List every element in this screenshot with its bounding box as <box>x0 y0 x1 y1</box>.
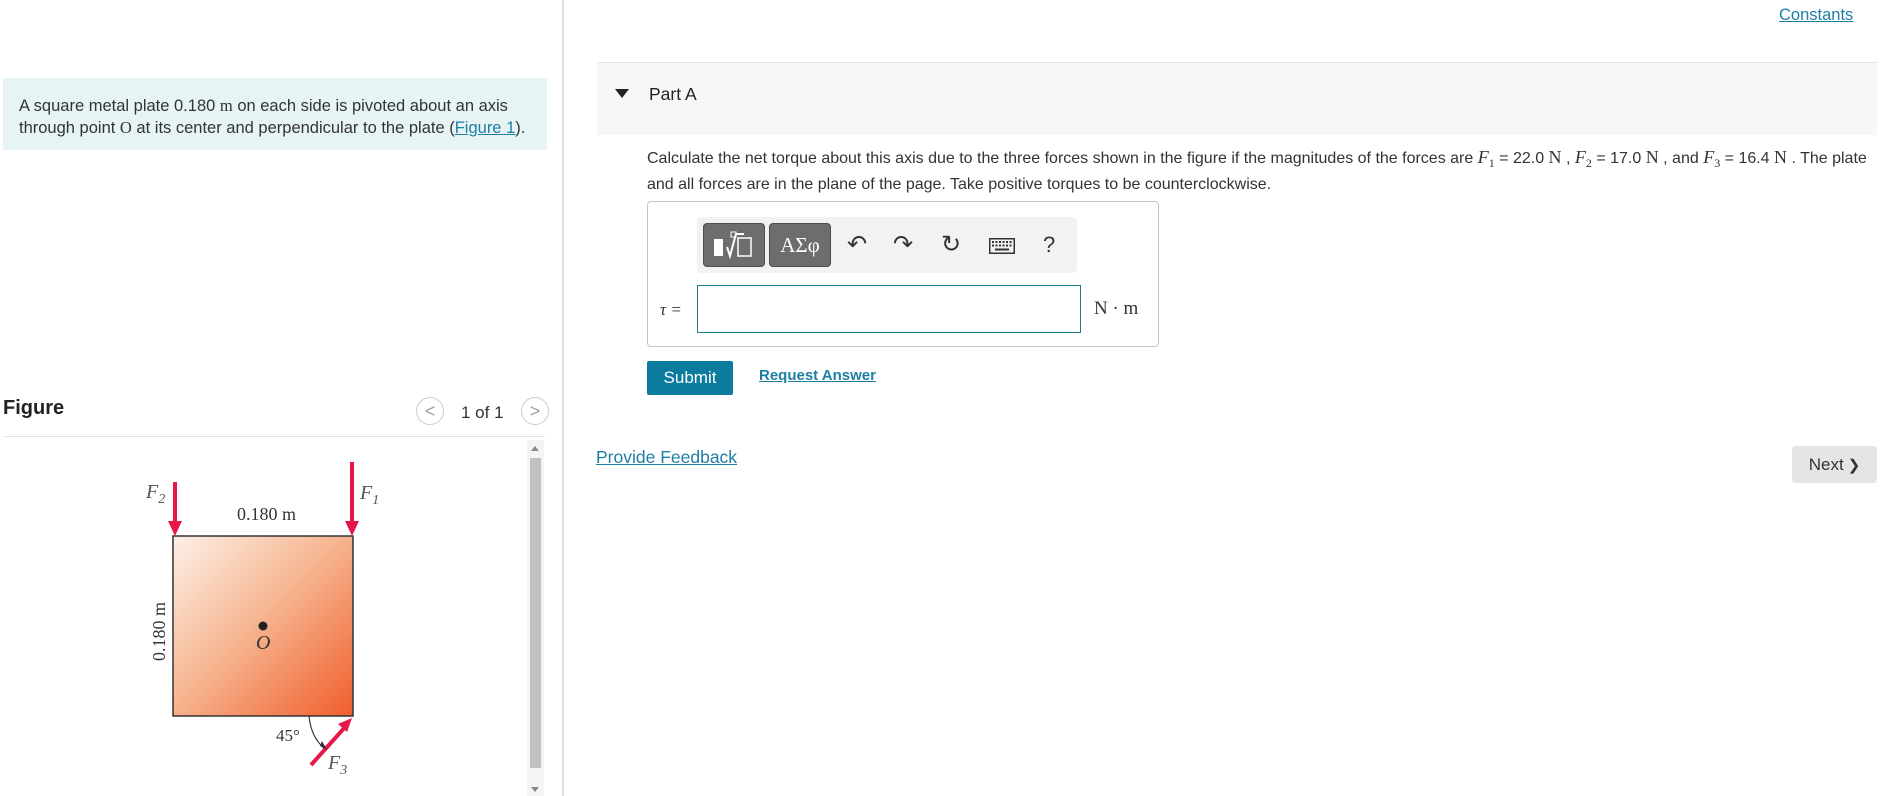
scroll-up-icon[interactable] <box>531 446 539 451</box>
reset-icon[interactable]: ↻ <box>941 230 961 259</box>
next-button[interactable]: Next ❯ <box>1792 446 1877 483</box>
intro-unit: m <box>219 96 233 115</box>
label-center: O <box>256 632 270 654</box>
submit-button[interactable]: Submit <box>647 361 733 395</box>
scroll-thumb[interactable] <box>530 458 541 768</box>
intro-text: ). <box>515 119 526 137</box>
undo-icon[interactable]: ↶ <box>847 230 867 259</box>
part-header[interactable]: Part A <box>597 62 1877 135</box>
templates-button[interactable] <box>703 223 765 267</box>
figure-pager: 1 of 1 <box>461 403 504 422</box>
answer-unit: N · m <box>1094 298 1139 319</box>
label-side-dimension: 0.180 m <box>149 602 169 661</box>
figure-title: Figure <box>3 397 65 419</box>
constants-link[interactable]: Constants <box>1779 6 1853 25</box>
force-f1-arrowhead <box>345 521 359 536</box>
answer-label: τ = <box>660 300 682 319</box>
label-angle: 45° <box>276 726 300 745</box>
prev-figure-button[interactable]: < <box>416 397 444 425</box>
provide-feedback-link[interactable]: Provide Feedback <box>596 447 737 468</box>
figure-viewport: O F2 F1 0.180 m 0.180 m 45° F3 <box>3 437 527 796</box>
keyboard-icon-svg <box>989 238 1015 254</box>
part-label: Part A <box>649 84 697 104</box>
chevron-right-icon: > <box>529 400 541 421</box>
keyboard-icon[interactable] <box>989 238 1015 259</box>
left-panel: A square metal plate 0.180 m on each sid… <box>0 0 560 796</box>
greek-symbols-button[interactable]: ΑΣφ <box>769 223 831 267</box>
next-figure-button[interactable]: > <box>521 397 549 425</box>
label-f2: F2 <box>145 481 165 507</box>
next-label: Next <box>1808 454 1844 474</box>
chevron-right-icon: ❯ <box>1847 456 1861 474</box>
templates-icon <box>714 231 752 260</box>
answer-box: ΑΣφ ↶ ↷ ↻ ? τ = N · m <box>647 201 1159 347</box>
problem-intro: A square metal plate 0.180 m on each sid… <box>3 78 547 150</box>
caret-down-icon[interactable] <box>615 89 629 98</box>
help-button[interactable]: ? <box>1043 232 1055 258</box>
intro-text: A square metal plate 0.180 <box>19 97 220 115</box>
scroll-down-icon[interactable] <box>531 787 539 792</box>
request-answer-link[interactable]: Request Answer <box>759 367 876 384</box>
question-text: Calculate the net torque about this axis… <box>647 147 1867 194</box>
figure-link[interactable]: Figure 1 <box>455 119 516 137</box>
math-toolbar: ΑΣφ ↶ ↷ ↻ ? <box>697 217 1077 273</box>
force-f2-arrowhead <box>168 521 182 536</box>
intro-text: at its center and perpendicular to the p… <box>131 119 455 137</box>
figure-diagram: O F2 F1 0.180 m 0.180 m 45° F3 <box>145 462 379 778</box>
label-top-dimension: 0.180 m <box>237 504 296 524</box>
figure-scrollbar[interactable] <box>527 440 544 796</box>
answer-input[interactable] <box>697 285 1081 333</box>
label-f3: F3 <box>327 752 347 778</box>
redo-icon[interactable]: ↷ <box>893 230 913 259</box>
intro-point: O <box>119 118 132 137</box>
chevron-left-icon: < <box>424 400 436 421</box>
pivot-point <box>258 621 268 631</box>
column-divider <box>562 0 564 796</box>
label-f1: F1 <box>359 482 379 508</box>
